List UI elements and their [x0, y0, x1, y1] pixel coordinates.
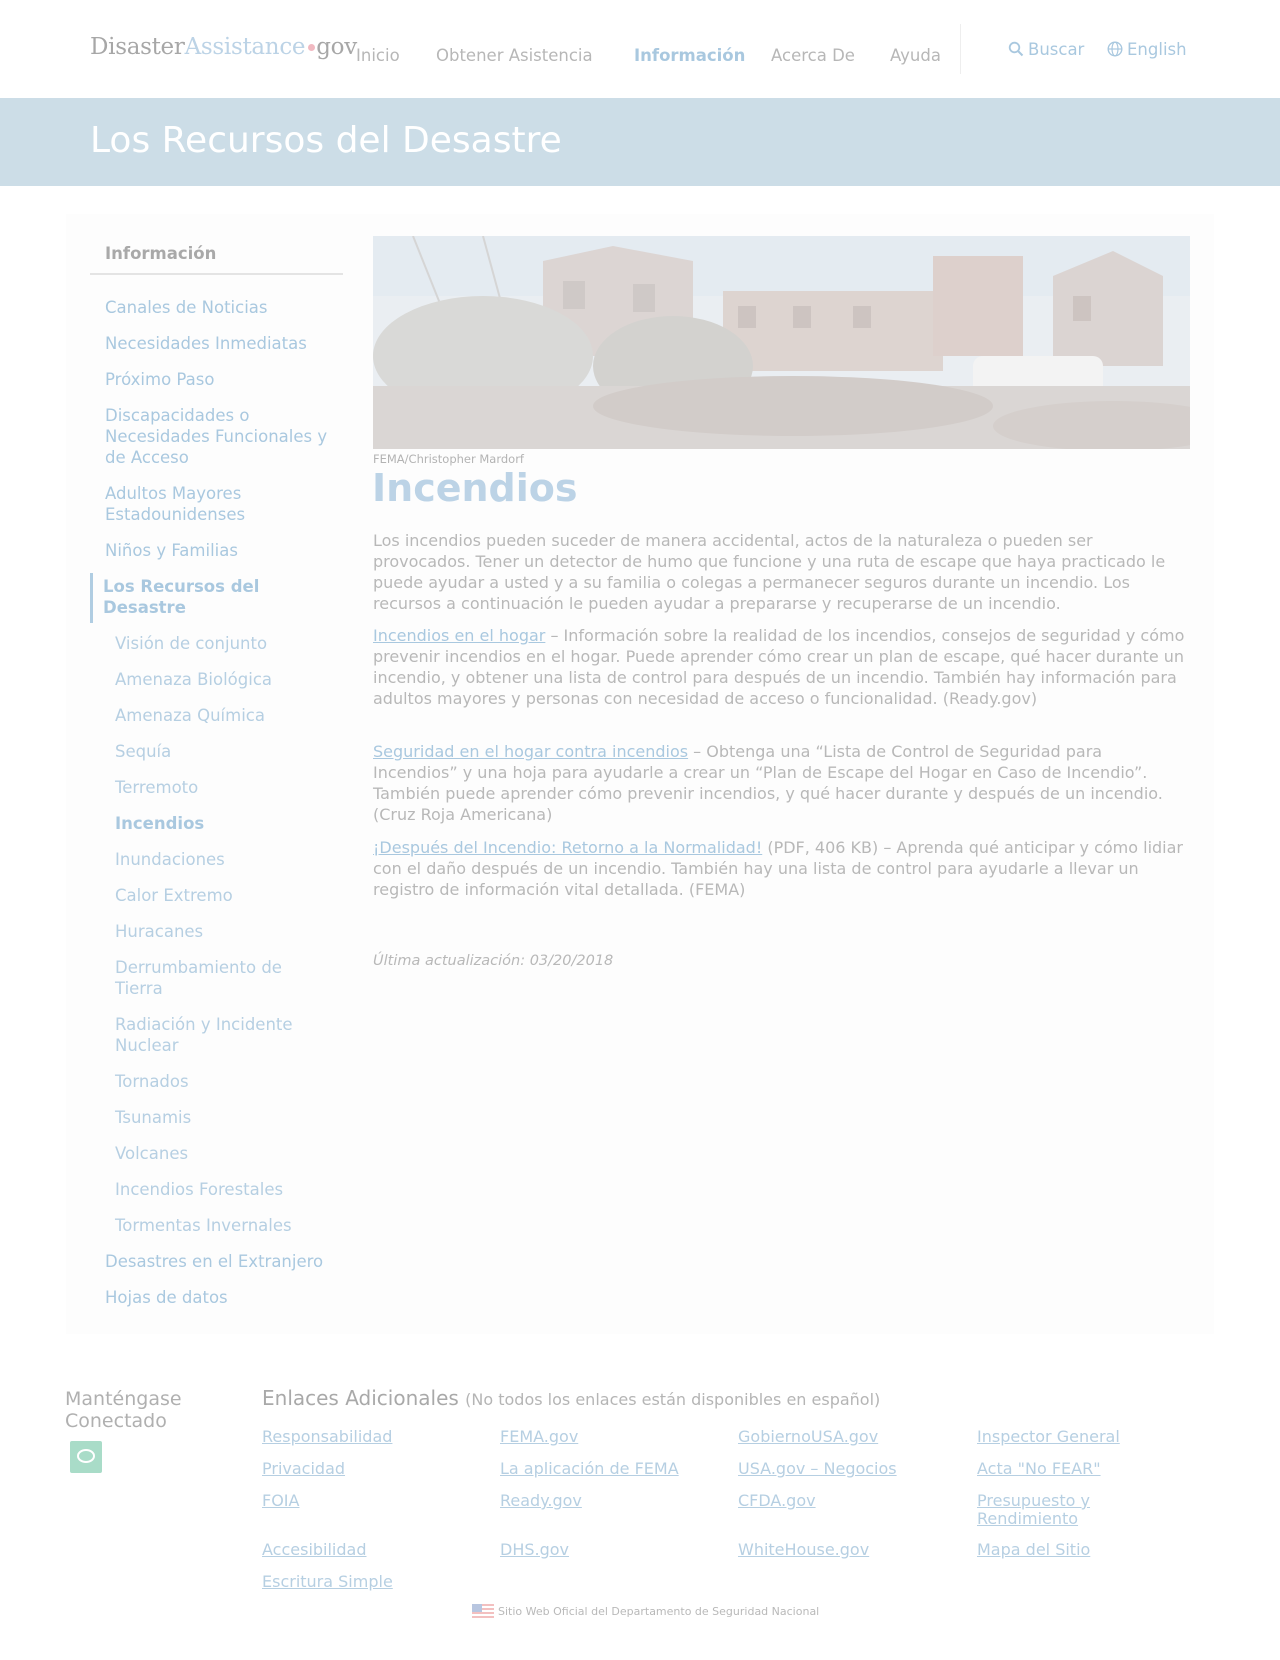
sidebar-subitem-incendios-forestales[interactable]: Incendios Forestales [115, 1179, 283, 1200]
logo-dot [308, 43, 316, 51]
footer-connect-title: Manténgase Conectado [65, 1388, 182, 1432]
intro-paragraph: Los incendios pueden suceder de manera a… [373, 531, 1166, 613]
footer-link-app-fema[interactable]: La aplicación de FEMA [500, 1460, 679, 1478]
sidebar-subitem-terremoto[interactable]: Terremoto [115, 777, 198, 798]
logo-text-gov: gov [316, 34, 357, 60]
official-site-text: Sitio Web Oficial del Departamento de Se… [498, 1605, 820, 1618]
sidebar-item-adultos-mayores[interactable]: Adultos Mayores Estadounidenses [105, 483, 285, 525]
footer-link-fema[interactable]: FEMA.gov [500, 1428, 578, 1446]
sidebar-active-indicator [90, 573, 93, 623]
footer-link-presupuesto[interactable]: Presupuesto y Rendimiento [977, 1492, 1117, 1528]
sidebar-subitem-calor[interactable]: Calor Extremo [115, 885, 233, 906]
resource-link-despues-incendio[interactable]: ¡Después del Incendio: Retorno a la Norm… [373, 838, 762, 857]
footer-link-whitehouse[interactable]: WhiteHouse.gov [738, 1541, 869, 1559]
footer-link-escritura-simple[interactable]: Escritura Simple [262, 1573, 393, 1591]
footer-link-responsabilidad[interactable]: Responsabilidad [262, 1428, 392, 1446]
search-icon [1008, 41, 1024, 57]
search-link[interactable]: Buscar [1008, 40, 1084, 59]
nav-informacion[interactable]: Información [634, 46, 745, 65]
logo-text-assistance: Assistance [184, 34, 306, 60]
banner-title: Los Recursos del Desastre [90, 120, 562, 161]
sidebar-subitem-biologica[interactable]: Amenaza Biológica [115, 669, 272, 690]
sidebar-item-hojas-datos[interactable]: Hojas de datos [105, 1287, 228, 1308]
footer-link-gobiernousa[interactable]: GobiernoUSA.gov [738, 1428, 878, 1446]
sidebar-title: Información [105, 244, 217, 263]
footer-links-note: (No todos los enlaces están disponibles … [465, 1390, 881, 1409]
nav-acerca-de[interactable]: Acerca De [771, 46, 855, 65]
sidebar-subitem-vision[interactable]: Visión de conjunto [115, 633, 267, 654]
page-banner: Los Recursos del Desastre [0, 98, 1280, 186]
footer-link-cfda[interactable]: CFDA.gov [738, 1492, 816, 1510]
sidebar-subitem-sequia[interactable]: Sequía [115, 741, 171, 762]
sidebar-item-recursos[interactable]: Los Recursos del Desastre [103, 576, 293, 618]
chat-icon[interactable] [70, 1441, 102, 1473]
sidebar-item-discapacidades[interactable]: Discapacidades o Necesidades Funcionales… [105, 405, 335, 468]
resource-item: ¡Después del Incendio: Retorno a la Norm… [373, 837, 1190, 900]
sidebar-subitem-radiacion[interactable]: Radiación y Incidente Nuclear [115, 1014, 300, 1056]
official-site-notice: Sitio Web Oficial del Departamento de Se… [472, 1604, 819, 1618]
sidebar-divider [90, 273, 343, 275]
us-flag-icon [472, 1604, 494, 1618]
search-label: Buscar [1028, 40, 1085, 59]
sidebar-subitem-inundaciones[interactable]: Inundaciones [115, 849, 225, 870]
resource-item: Incendios en el hogar – Información sobr… [373, 625, 1190, 709]
footer-link-usagov-negocios[interactable]: USA.gov – Negocios [738, 1460, 897, 1478]
sidebar-item-canales[interactable]: Canales de Noticias [105, 297, 345, 318]
sidebar-item-necesidades[interactable]: Necesidades Inmediatas [105, 333, 345, 354]
logo-text-disaster: Disaster [90, 34, 185, 60]
sidebar-item-ninos[interactable]: Niños y Familias [105, 540, 345, 561]
sidebar-subitem-huracanes[interactable]: Huracanes [115, 921, 203, 942]
footer-links-title: Enlaces Adicionales (No todos los enlace… [262, 1386, 880, 1410]
footer-links-heading: Enlaces Adicionales [262, 1386, 459, 1410]
sidebar-subitem-tormentas[interactable]: Tormentas Invernales [115, 1215, 292, 1236]
last-updated: Última actualización: 03/20/2018 [373, 953, 614, 969]
page-title: Incendios [372, 466, 578, 510]
language-link[interactable]: English [1107, 40, 1187, 59]
sidebar-subitem-quimica[interactable]: Amenaza Química [115, 705, 265, 726]
sidebar-item-extranjero[interactable]: Desastres en el Extranjero [105, 1251, 323, 1272]
resource-link-seguridad-hogar[interactable]: Seguridad en el hogar contra incendios [373, 742, 688, 761]
hero-image [373, 236, 1190, 449]
resource-link-incendios-hogar[interactable]: Incendios en el hogar [373, 626, 545, 645]
footer-link-dhs[interactable]: DHS.gov [500, 1541, 569, 1559]
globe-icon [1107, 41, 1123, 57]
sidebar-subitem-tsunamis[interactable]: Tsunamis [115, 1107, 191, 1128]
footer-link-privacidad[interactable]: Privacidad [262, 1460, 345, 1478]
site-logo[interactable]: DisasterAssistance gov [90, 34, 357, 60]
nav-inicio[interactable]: Inicio [356, 46, 400, 65]
footer-link-no-fear[interactable]: Acta "No FEAR" [977, 1460, 1101, 1478]
footer-link-inspector[interactable]: Inspector General [977, 1428, 1120, 1446]
footer-link-foia[interactable]: FOIA [262, 1492, 299, 1510]
nav-obtener-asistencia[interactable]: Obtener Asistencia [436, 46, 593, 65]
image-caption: FEMA/Christopher Mardorf [373, 452, 524, 466]
header-divider [960, 24, 961, 74]
sidebar-subitem-incendios[interactable]: Incendios [115, 813, 204, 834]
resource-item: Seguridad en el hogar contra incendios –… [373, 741, 1190, 825]
nav-ayuda[interactable]: Ayuda [890, 46, 941, 65]
footer-link-ready[interactable]: Ready.gov [500, 1492, 582, 1510]
site-header: DisasterAssistance gov Inicio Obtener Asi… [0, 0, 1280, 98]
sidebar-item-proximo-paso[interactable]: Próximo Paso [105, 369, 345, 390]
sidebar-subitem-tornados[interactable]: Tornados [115, 1071, 189, 1092]
sidebar-subitem-volcanes[interactable]: Volcanes [115, 1143, 188, 1164]
footer-link-accesibilidad[interactable]: Accesibilidad [262, 1541, 367, 1559]
sidebar-subitem-derrumbamiento[interactable]: Derrumbamiento de Tierra [115, 957, 300, 999]
language-label: English [1127, 40, 1187, 59]
footer-link-mapa-sitio[interactable]: Mapa del Sitio [977, 1541, 1090, 1559]
